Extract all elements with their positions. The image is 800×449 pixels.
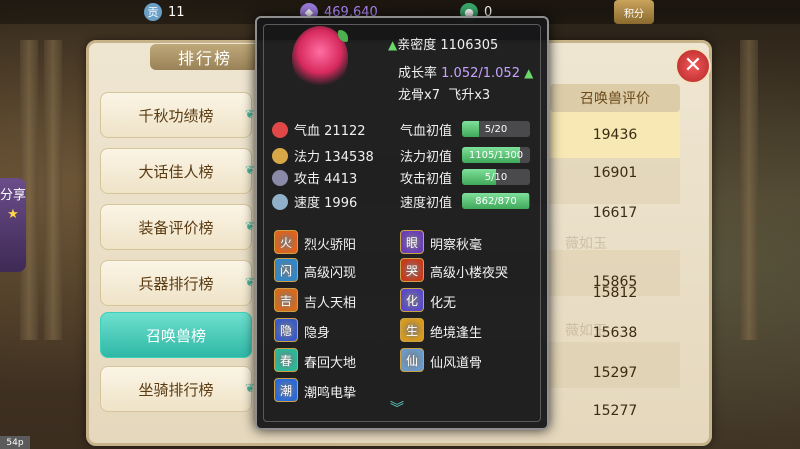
menu-item-label: 兵器排行榜: [138, 274, 214, 293]
pillar-decoration: [44, 40, 62, 340]
skill-icon[interactable]: 化: [400, 288, 424, 312]
stat-label: 速度: [294, 196, 321, 211]
owner-name-faded: 薇如玉: [565, 236, 607, 252]
menu-item-weapons[interactable]: 兵器排行榜 ❦: [100, 260, 255, 306]
initial-value-bar: 1105/1300: [462, 147, 530, 163]
menu-item-label: 大话佳人榜: [138, 162, 214, 181]
close-button[interactable]: ✕: [675, 48, 711, 84]
skill-name: 潮鸣电挚: [304, 386, 357, 401]
ascend-count: 飞升x3: [448, 88, 491, 103]
score-cell: 15277: [592, 403, 638, 419]
upgrade-row: 龙骨x7 飞升x3: [398, 84, 490, 103]
menu-item-beauty[interactable]: 大话佳人榜 ❦: [100, 148, 255, 194]
chevron-down-icon[interactable]: ︾: [390, 398, 404, 418]
stat-value: 气血 21122: [294, 120, 366, 139]
intimacy-label: 亲密度: [397, 38, 437, 53]
menu-item-label: 召唤兽榜: [145, 326, 206, 345]
dragon-bone-count: 龙骨x7: [398, 88, 440, 103]
menu-item-label: 坐骑排行榜: [138, 380, 214, 399]
points-button[interactable]: 积分: [614, 0, 654, 24]
skill-name: 春回大地: [304, 356, 357, 371]
menu-item-mounts[interactable]: 坐骑排行榜 ❦: [100, 366, 255, 412]
menu-item-label: 装备评价榜: [138, 218, 214, 237]
mana-icon: [272, 148, 288, 164]
stat-label: 攻击: [294, 172, 321, 187]
skill-name: 化无: [430, 296, 457, 311]
column-header-score: 召唤兽评价: [550, 84, 680, 112]
skill-name: 仙风道骨: [430, 356, 483, 371]
initial-value-label: 速度初值: [400, 196, 453, 211]
score-cell: 16617: [592, 205, 638, 221]
skill-icon[interactable]: 生: [400, 318, 424, 342]
star-icon: ★: [7, 207, 19, 222]
sword-icon: [272, 170, 288, 186]
skill-name: 高级小楼夜哭: [430, 266, 509, 281]
bar-text: 5/10: [484, 171, 508, 183]
initial-value-label: 法力初值: [400, 150, 453, 165]
menu-item-equipment[interactable]: 装备评价榜 ❦: [100, 204, 255, 250]
share-label: 分享: [0, 188, 27, 203]
skill-name: 隐身: [304, 326, 331, 341]
skill-icon[interactable]: 火: [274, 230, 298, 254]
close-icon: ✕: [683, 53, 703, 78]
skill-name: 明察秋毫: [430, 238, 483, 253]
skill-icon[interactable]: 隐: [274, 318, 298, 342]
pillar-decoration: [740, 40, 758, 340]
skill-name: 高级闪现: [304, 266, 357, 281]
stat-label: 法力: [294, 150, 321, 165]
growth-value: 1.052/1.052: [441, 66, 520, 81]
initial-value-label: 气血初值: [400, 124, 453, 139]
skill-name: 吉人天相: [304, 296, 357, 311]
corner-tag: 54p: [0, 436, 30, 449]
coin-icon: 贡: [144, 3, 162, 21]
coin-value: 11: [168, 4, 185, 20]
stat-number: 4413: [324, 172, 358, 187]
stat-value: 攻击 4413: [294, 168, 357, 187]
stat-value: 速度 1996: [294, 192, 357, 211]
stat-label: 气血: [294, 124, 321, 139]
stat-value: 法力 134538: [294, 146, 374, 165]
skill-icon[interactable]: 仙: [400, 348, 424, 372]
initial-value-label: 攻击初值: [400, 172, 453, 187]
coin-resource: 贡 11: [144, 2, 185, 22]
skill-icon[interactable]: 潮: [274, 378, 298, 402]
skill-icon[interactable]: 眼: [400, 230, 424, 254]
growth-row: 成长率 1.052/1.052 ▲: [398, 62, 533, 81]
skill-icon[interactable]: 吉: [274, 288, 298, 312]
intimacy-value: 1106305: [440, 38, 499, 53]
heart-icon: [272, 122, 288, 138]
skill-icon[interactable]: 哭: [400, 258, 424, 282]
growth-label: 成长率: [398, 66, 438, 81]
initial-value-bar: 5/20: [462, 121, 530, 137]
owner-name-faded: 薇如玉: [565, 323, 607, 339]
menu-item-achievements[interactable]: 千秋功绩榜 ❦: [100, 92, 255, 138]
menu-item-summons[interactable]: 召唤兽榜: [100, 312, 252, 358]
bar-text: 862/870: [475, 195, 517, 207]
bar-text: 5/20: [484, 123, 508, 135]
skill-icon[interactable]: 春: [274, 348, 298, 372]
speed-icon: [272, 194, 288, 210]
skill-icon[interactable]: 闪: [274, 258, 298, 282]
bar-text: 1105/1300: [468, 149, 524, 161]
stat-number: 1996: [324, 196, 358, 211]
skill-name: 绝境逢生: [430, 326, 483, 341]
initial-value-bar: 5/10: [462, 169, 530, 185]
stat-number: 134538: [324, 150, 374, 165]
up-arrow-icon: ▲: [524, 66, 534, 80]
up-arrow-icon: ▲: [388, 38, 398, 52]
skill-name: 烈火骄阳: [304, 238, 357, 253]
share-button[interactable]: 分享 ★: [0, 178, 26, 272]
intimacy-row: ▲亲密度 1106305: [388, 34, 498, 53]
stat-number: 21122: [324, 124, 366, 139]
menu-item-label: 千秋功绩榜: [138, 106, 214, 125]
initial-value-bar: 862/870: [462, 193, 530, 209]
panel-title: 排行榜: [150, 44, 260, 70]
